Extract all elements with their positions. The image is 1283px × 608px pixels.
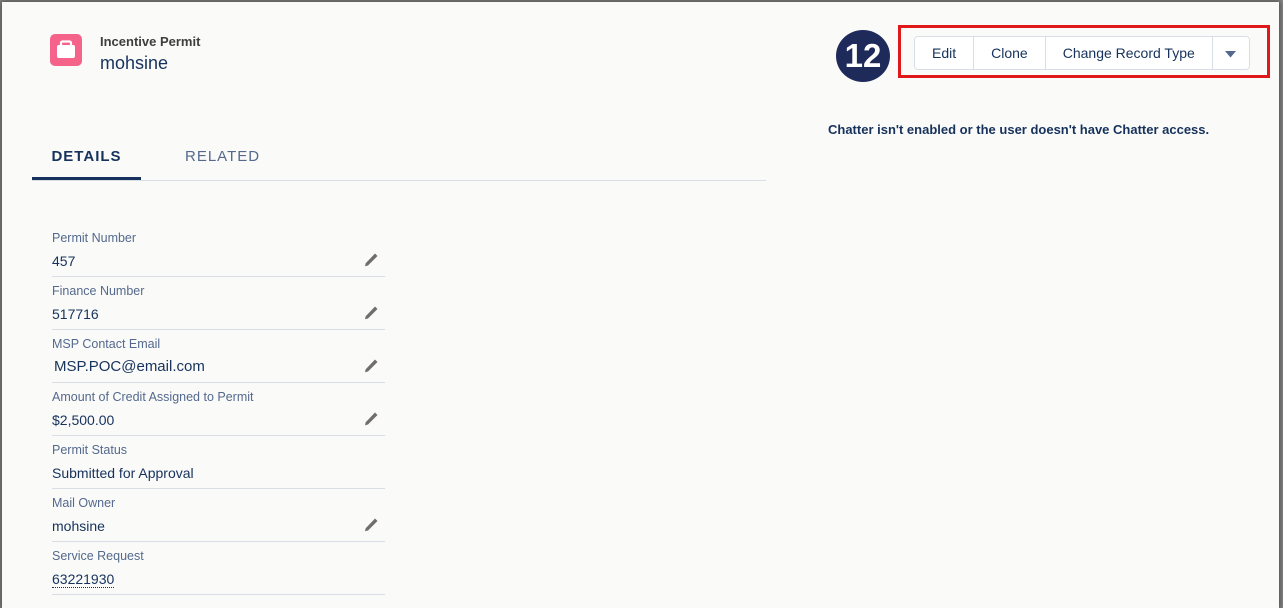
field-label: Service Request <box>52 549 144 563</box>
field-permit-status: Permit Status Submitted for Approval <box>52 436 385 489</box>
field-finance-number: Finance Number 517716 <box>52 277 385 330</box>
field-value: MSP.POC@email.com <box>54 358 205 375</box>
field-value: 517716 <box>52 306 99 322</box>
field-value: 457 <box>52 253 76 269</box>
edit-button[interactable]: Edit <box>915 37 975 69</box>
record-page: Incentive Permit mohsine 12 Edit Clone C… <box>2 2 1279 608</box>
field-label: Permit Status <box>52 443 128 457</box>
field-label: Mail Owner <box>52 496 116 510</box>
field-service-request: Service Request 63221930 <box>52 542 385 595</box>
tab-bar: DETAILS RELATED <box>32 139 766 181</box>
field-label: Amount of Credit Assigned to Permit <box>52 390 254 404</box>
chatter-message: Chatter isn't enabled or the user doesn'… <box>828 122 1210 137</box>
pencil-icon[interactable] <box>363 411 379 427</box>
change-record-type-button[interactable]: Change Record Type <box>1045 37 1213 69</box>
field-permit-number: Permit Number 457 <box>52 224 385 277</box>
field-label: MSP Contact Email <box>52 337 161 351</box>
details-fields: Permit Number 457 Finance Number 517716 … <box>52 224 385 595</box>
briefcase-icon <box>50 34 82 66</box>
field-msp-contact-email: MSP Contact Email MSP.POC@email.com <box>52 330 385 383</box>
pencil-icon[interactable] <box>363 517 379 533</box>
chevron-down-icon <box>1225 45 1237 61</box>
service-request-link[interactable]: 63221930 <box>52 571 115 588</box>
record-title: mohsine <box>100 53 169 73</box>
pencil-icon[interactable] <box>363 252 379 268</box>
field-value: mohsine <box>52 518 105 534</box>
tab-related[interactable]: RELATED <box>185 139 260 179</box>
field-amount-of-credit: Amount of Credit Assigned to Permit $2,5… <box>52 383 385 436</box>
pencil-icon[interactable] <box>363 358 379 374</box>
pencil-icon[interactable] <box>363 305 379 321</box>
field-label: Permit Number <box>52 231 137 245</box>
field-label: Finance Number <box>52 284 145 298</box>
clone-button[interactable]: Clone <box>974 37 1046 69</box>
field-mail-owner: Mail Owner mohsine <box>52 489 385 542</box>
more-actions-button[interactable] <box>1212 37 1249 69</box>
action-button-group: Edit Clone Change Record Type <box>914 36 1250 70</box>
tab-details[interactable]: DETAILS <box>32 139 141 180</box>
step-number-badge: 12 <box>836 30 890 82</box>
field-value: Submitted for Approval <box>52 465 194 481</box>
field-value: $2,500.00 <box>52 412 115 428</box>
object-type-label: Incentive Permit <box>100 34 201 49</box>
